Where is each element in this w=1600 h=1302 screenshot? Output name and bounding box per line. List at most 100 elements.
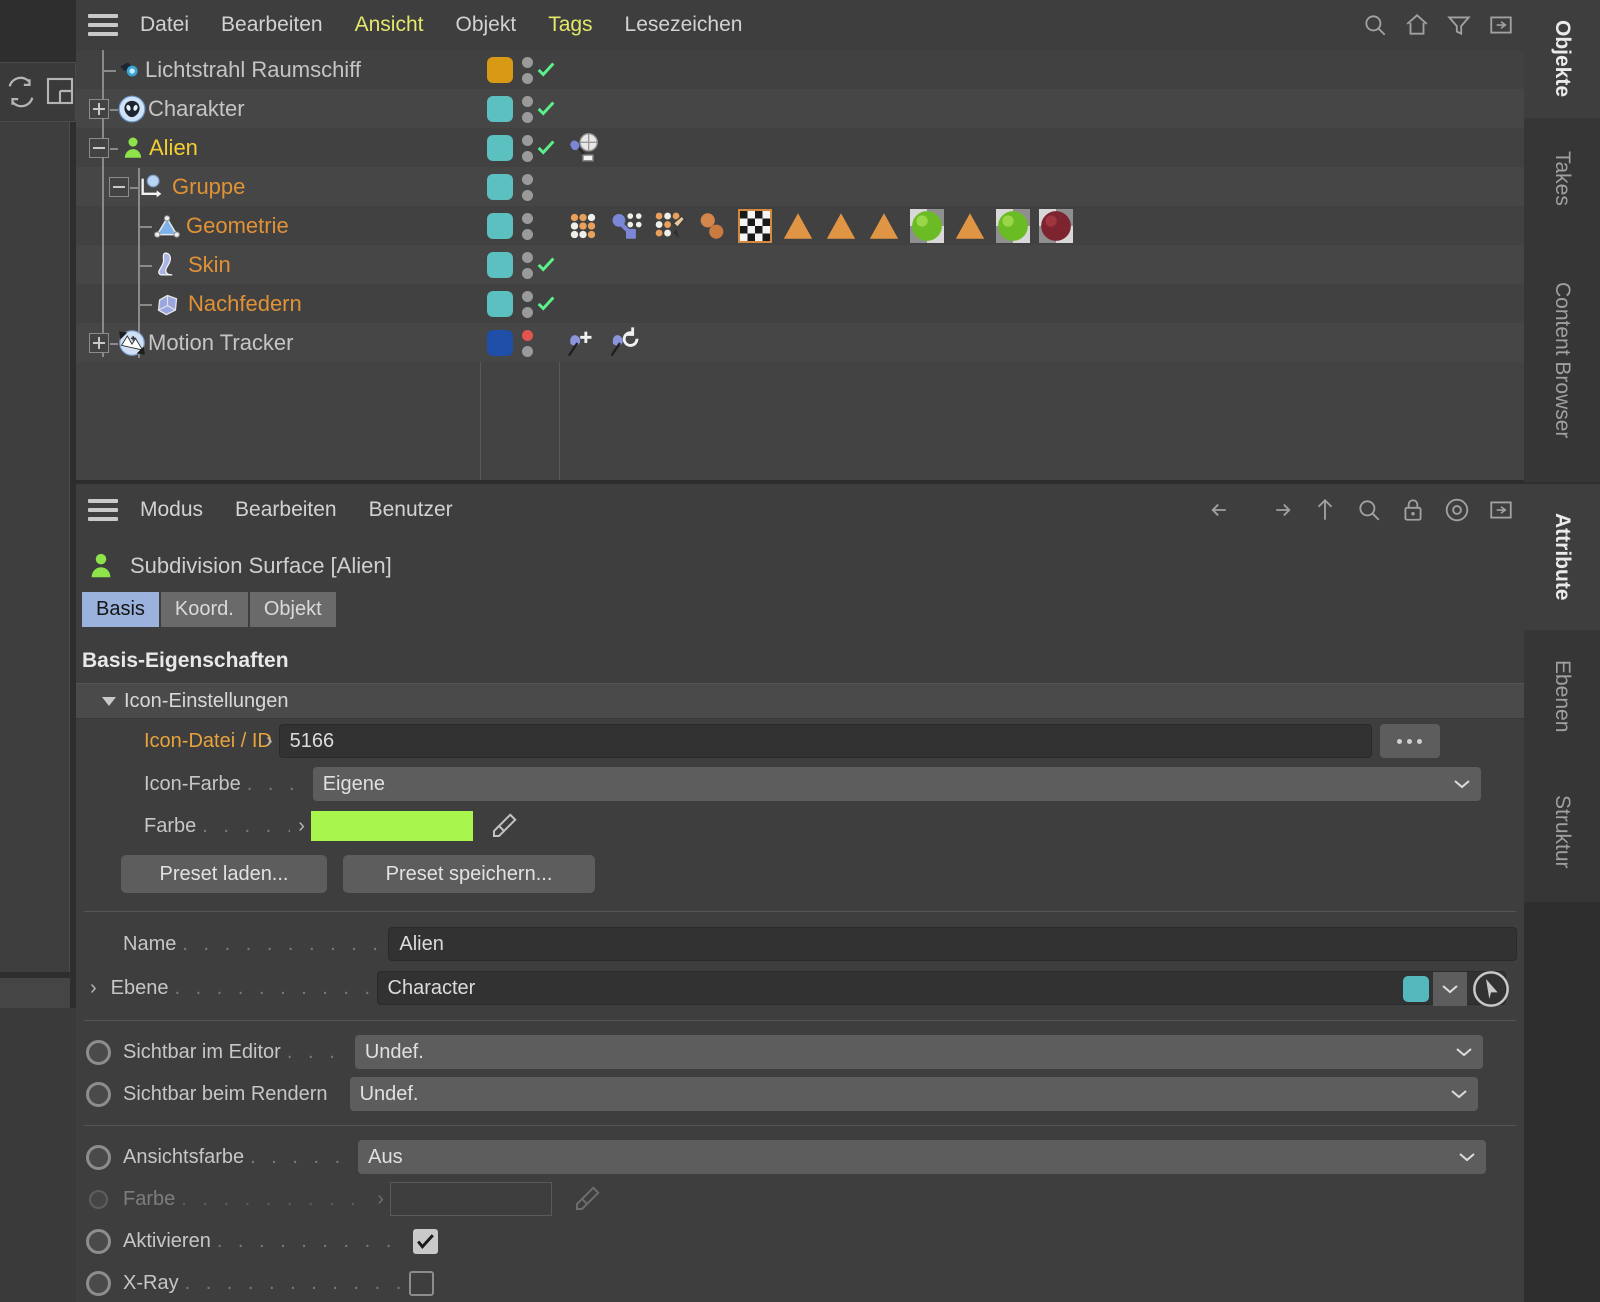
group-header-icon-settings[interactable]: Icon-Einstellungen	[76, 683, 1524, 719]
menu-item-objekt[interactable]: Objekt	[455, 13, 516, 37]
up-arrow-icon[interactable]	[1312, 497, 1338, 523]
side-tab-objekte[interactable]: Objekte	[1524, 0, 1600, 118]
null-object-icon[interactable]	[138, 174, 166, 202]
menu-item-bearbeiten[interactable]: Bearbeiten	[221, 13, 323, 37]
back-arrow-icon[interactable]	[1208, 497, 1250, 523]
xray-checkbox[interactable]	[408, 1270, 434, 1296]
row-color-swatch[interactable]	[487, 291, 513, 317]
enabled-check-icon[interactable]	[535, 136, 557, 158]
expander-plus-icon[interactable]	[89, 333, 109, 353]
eyedropper-icon[interactable]	[572, 1184, 602, 1214]
sphere-pair-tag[interactable]	[695, 209, 729, 243]
green-sphere-tag[interactable]	[910, 208, 944, 243]
chevron-down-icon[interactable]	[1455, 1046, 1473, 1058]
caret-down-icon[interactable]	[102, 696, 116, 706]
chevron-down-icon[interactable]	[1450, 1088, 1468, 1100]
tab-basis[interactable]: Basis	[82, 592, 159, 627]
row-color-swatch[interactable]	[487, 174, 513, 200]
alien-head-icon[interactable]	[118, 95, 146, 123]
row-color-swatch[interactable]	[487, 252, 513, 278]
ebene-input[interactable]: Character	[376, 971, 1509, 1007]
checker-texture-tag[interactable]	[738, 208, 772, 243]
expander-minus-icon[interactable]	[109, 177, 129, 197]
point-cluster-tag[interactable]	[566, 209, 600, 243]
row-color-swatch[interactable]	[487, 57, 513, 83]
table-row[interactable]: Geometrie	[76, 206, 1524, 245]
enabled-check-icon[interactable]	[535, 97, 557, 119]
expand-panel-icon[interactable]	[1488, 497, 1514, 523]
chevron-right-icon[interactable]: ›	[377, 1188, 384, 1211]
expand-panel-icon[interactable]	[1488, 12, 1514, 38]
light-icon[interactable]	[117, 58, 143, 84]
enabled-check-icon[interactable]	[535, 292, 557, 314]
attribute-manager-menu-icon[interactable]	[88, 499, 118, 521]
tree-label[interactable]: Nachfedern	[188, 291, 302, 317]
visibility-dots[interactable]	[522, 172, 534, 202]
cone-tag[interactable]	[781, 209, 815, 243]
forward-arrow-icon[interactable]	[1252, 497, 1294, 523]
visibility-dots[interactable]	[522, 133, 534, 163]
menu-item-lesezeichen[interactable]: Lesezeichen	[625, 13, 743, 37]
visible-render-select[interactable]: Undef.	[349, 1077, 1478, 1111]
animate-radio-viewcolor[interactable]	[86, 1144, 111, 1170]
visible-editor-select[interactable]: Undef.	[354, 1035, 1483, 1069]
cone-tag[interactable]	[824, 209, 858, 243]
chevron-down-icon[interactable]	[1441, 983, 1459, 995]
preset-load-button[interactable]: Preset laden...	[121, 855, 327, 893]
eyedropper-icon[interactable]	[489, 811, 519, 841]
tree-label[interactable]: Motion Tracker	[148, 330, 294, 356]
green-sphere-tag[interactable]	[996, 208, 1030, 243]
visibility-dots[interactable]	[522, 289, 534, 319]
preset-save-button[interactable]: Preset speichern...	[343, 855, 595, 893]
animate-radio-viewcolor-farbe[interactable]	[89, 1189, 108, 1209]
table-row[interactable]: Alien	[76, 128, 1524, 167]
animate-radio-editor[interactable]	[86, 1039, 111, 1065]
table-row[interactable]: Nachfedern	[76, 284, 1524, 323]
row-color-swatch[interactable]	[487, 213, 513, 239]
search-icon[interactable]	[1362, 12, 1388, 38]
enabled-check-icon[interactable]	[535, 58, 557, 80]
menu-item-benutzer[interactable]: Benutzer	[369, 498, 453, 522]
table-row[interactable]: Gruppe	[76, 167, 1524, 206]
menu-item-modus[interactable]: Modus	[140, 498, 203, 522]
visibility-dots[interactable]	[522, 250, 534, 280]
red-sphere-tag[interactable]	[1039, 208, 1073, 243]
chevron-right-icon[interactable]: ›	[266, 730, 273, 753]
side-tab-attribute[interactable]: Attribute	[1524, 484, 1600, 630]
texture-brush-tag[interactable]	[652, 209, 686, 243]
chevron-down-icon[interactable]	[1453, 778, 1471, 790]
menu-item-datei[interactable]: Datei	[140, 13, 189, 37]
visibility-dots[interactable]	[522, 211, 534, 241]
animate-radio-enable[interactable]	[86, 1228, 111, 1254]
filter-icon[interactable]	[1446, 12, 1472, 38]
pin-rotate-tag[interactable]	[610, 326, 644, 360]
enable-checkbox[interactable]	[412, 1228, 438, 1254]
tree-label[interactable]: Gruppe	[172, 174, 245, 200]
motion-tracker-icon[interactable]	[118, 329, 146, 357]
animate-radio-render[interactable]	[86, 1081, 111, 1107]
row-color-swatch[interactable]	[487, 330, 513, 356]
record-icon[interactable]	[1444, 497, 1470, 523]
character-icon[interactable]	[120, 135, 146, 161]
pin-add-tag[interactable]	[566, 326, 600, 360]
tab-objekt[interactable]: Objekt	[249, 592, 336, 627]
tree-label[interactable]: Alien	[149, 135, 198, 161]
cone-tag[interactable]	[953, 209, 987, 243]
menu-item-tags[interactable]: Tags	[548, 13, 592, 37]
icon-color-select[interactable]: Eigene	[312, 767, 1481, 801]
jiggle-icon[interactable]	[154, 291, 181, 318]
side-tab-takes[interactable]: Takes	[1524, 118, 1600, 238]
tree-row-hit-6[interactable]	[76, 245, 480, 284]
enabled-check-icon[interactable]	[535, 253, 557, 275]
side-tab-ebenen[interactable]: Ebenen	[1524, 630, 1600, 762]
tree-label[interactable]: Skin	[188, 252, 231, 278]
table-row[interactable]: Motion Tracker	[76, 323, 1524, 362]
ebene-picker-button[interactable]	[1471, 969, 1511, 1015]
pointer-circle-icon[interactable]	[1471, 969, 1511, 1009]
row-color-swatch[interactable]	[487, 96, 513, 122]
menu-item-ansicht[interactable]: Ansicht	[355, 13, 424, 37]
visibility-dots[interactable]	[522, 55, 534, 85]
tree-label[interactable]: Charakter	[148, 96, 245, 122]
lock-icon[interactable]	[1400, 497, 1426, 523]
visibility-dots[interactable]	[522, 328, 534, 358]
